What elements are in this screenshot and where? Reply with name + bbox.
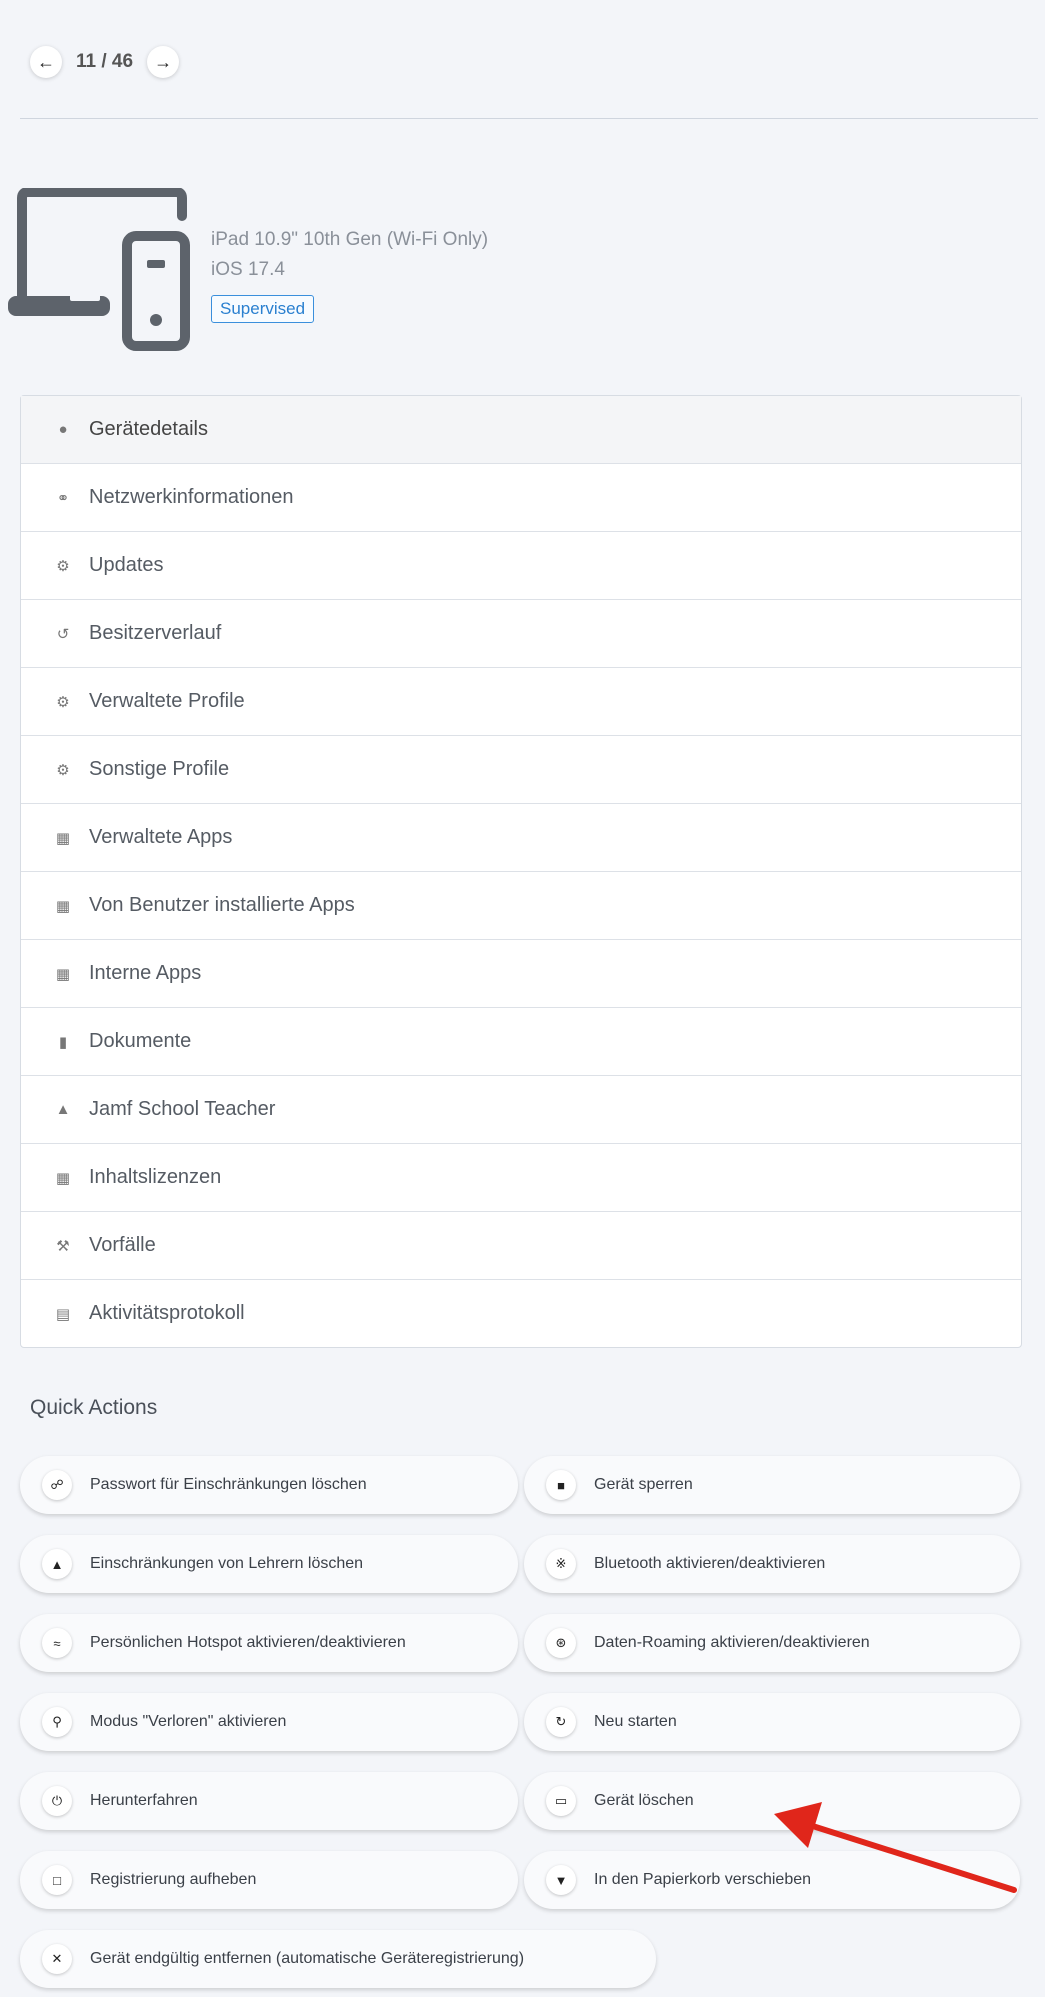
unenroll-device-button[interactable]: □ Registrierung aufheben <box>20 1851 518 1909</box>
gears-icon: ⚙ <box>56 693 70 711</box>
menu-item-besitzerverlauf[interactable]: ↺ Besitzerverlauf <box>21 599 1021 667</box>
bin-icon: ▼ <box>546 1865 576 1895</box>
pager: ← 11 / 46 → <box>30 46 180 78</box>
menu-item-verwaltete-apps[interactable]: ▦ Verwaltete Apps <box>21 803 1021 871</box>
toggle-bluetooth-button[interactable]: ※ Bluetooth aktivieren/deaktivieren <box>524 1535 1020 1593</box>
menu-item-aktivitaetsprotokoll[interactable]: ▤ Aktivitätsprotokoll <box>21 1279 1021 1347</box>
device-menu: ● Gerätedetails ⚭ Netzwerkinformationen ⚙ U… <box>20 395 1022 1348</box>
divider <box>20 118 1038 119</box>
power-icon: ⏻ <box>42 1786 72 1816</box>
toggle-hotspot-button[interactable]: ≈ Persönlichen Hotspot aktivieren/deaktiv… <box>20 1614 518 1672</box>
device-os: iOS 17.4 <box>211 259 285 280</box>
gears-icon: ⚙ <box>56 557 70 575</box>
laptop-phone-icon <box>6 187 196 358</box>
shutdown-device-button[interactable]: ⏻ Herunterfahren <box>20 1772 518 1830</box>
trash-icon: ▭ <box>546 1786 576 1816</box>
books-icon: ▮ <box>58 1033 68 1051</box>
arrow-left-icon: ← <box>37 51 55 72</box>
menu-item-interne-apps[interactable]: ▦ Interne Apps <box>21 939 1021 1007</box>
restart-icon: ↻ <box>546 1707 576 1737</box>
graduation-cap-icon: ▲ <box>55 1101 71 1118</box>
menu-item-verwaltete-profile[interactable]: ⚙ Verwaltete Profile <box>21 667 1021 735</box>
toggle-data-roaming-button[interactable]: ⊛ Daten-Roaming aktivieren/deaktivieren <box>524 1614 1020 1672</box>
prev-button[interactable]: ← <box>30 46 62 78</box>
menu-item-inhaltslizenzen[interactable]: ▦ Inhaltslizenzen <box>21 1143 1021 1211</box>
next-button[interactable]: → <box>147 46 180 78</box>
app-grid-icon: ▦ <box>55 829 71 847</box>
wifi-icon: ≈ <box>42 1628 72 1658</box>
network-icon: ⚭ <box>56 489 70 507</box>
close-icon: ✕ <box>42 1944 72 1974</box>
graduation-cap-icon: ▲ <box>42 1549 72 1579</box>
apple-icon: ● <box>58 421 68 438</box>
menu-item-sonstige-profile[interactable]: ⚙ Sonstige Profile <box>21 735 1021 803</box>
menu-item-netzwerkinformationen[interactable]: ⚭ Netzwerkinformationen <box>21 463 1021 531</box>
antenna-icon: ⊛ <box>546 1628 576 1658</box>
status-badge: Supervised <box>211 295 315 323</box>
unlock-icon: ☍ <box>42 1470 72 1500</box>
arrow-right-icon: → <box>154 51 173 72</box>
history-icon: ↺ <box>56 625 70 643</box>
lock-device-button[interactable]: ■ Gerät sperren <box>524 1456 1020 1514</box>
menu-item-updates[interactable]: ⚙ Updates <box>21 531 1021 599</box>
menu-item-jamf-school-teacher[interactable]: ▲ Jamf School Teacher <box>21 1075 1021 1143</box>
app-grid-icon: ▦ <box>55 1169 71 1187</box>
bluetooth-icon: ※ <box>546 1549 576 1579</box>
restart-device-button[interactable]: ↻ Neu starten <box>524 1693 1020 1751</box>
document-icon: ▤ <box>55 1305 71 1323</box>
app-grid-icon: ▦ <box>55 897 71 915</box>
lock-icon: ■ <box>546 1470 576 1500</box>
remove-device-permanently-button[interactable]: ✕ Gerät endgültig entfernen (automatische… <box>20 1930 656 1988</box>
menu-item-vorfaelle[interactable]: ⚒ Vorfälle <box>21 1211 1021 1279</box>
menu-item-benutzer-apps[interactable]: ▦ Von Benutzer installierte Apps <box>21 871 1021 939</box>
search-icon: ⚲ <box>42 1707 72 1737</box>
enable-lost-mode-button[interactable]: ⚲ Modus "Verloren" aktivieren <box>20 1693 518 1751</box>
menu-item-dokumente[interactable]: ▮ Dokumente <box>21 1007 1021 1075</box>
gears-icon: ⚙ <box>56 761 70 779</box>
page-counter: 11 / 46 <box>76 51 134 72</box>
device-model: iPad 10.9" 10th Gen (Wi-Fi Only) <box>211 229 489 250</box>
menu-item-geraetedetails[interactable]: ● Gerätedetails <box>21 396 1021 463</box>
clear-teacher-restrictions-button[interactable]: ▲ Einschränkungen von Lehrern löschen <box>20 1535 518 1593</box>
clear-restrictions-password-button[interactable]: ☍ Passwort für Einschränkungen löschen <box>20 1456 518 1514</box>
annotation-arrow <box>774 1802 1017 1893</box>
quick-actions-title: Quick Actions <box>30 1396 158 1419</box>
file-icon: □ <box>42 1865 72 1895</box>
hammer-icon: ⚒ <box>56 1237 70 1255</box>
device-info: iPad 10.9" 10th Gen (Wi-Fi Only) iOS 17.… <box>211 225 488 323</box>
app-grid-icon: ▦ <box>55 965 71 983</box>
